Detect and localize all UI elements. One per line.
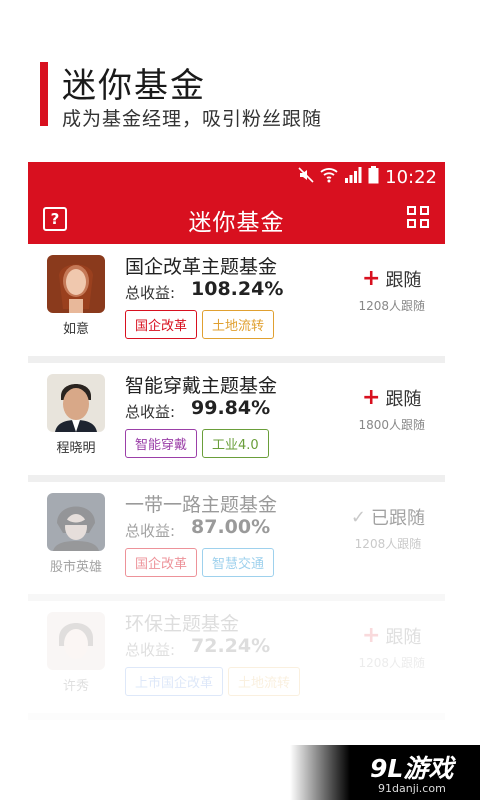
wifi-icon [320,167,338,187]
nav-title: 迷你基金 [188,210,285,236]
follow-label: 已跟随 [371,508,425,529]
watermark-url: 91danji.com [378,782,446,795]
avatar[interactable] [47,612,105,670]
fund-list-item[interactable]: 程晓明 智能穿戴主题基金 总收益: 99.84% 智能穿戴 工业4.0 + 跟随… [28,363,445,482]
follow-button[interactable]: + 跟随 [362,623,421,649]
follow-count: 1208人跟随 [358,656,425,670]
follow-count: 1208人跟随 [358,299,425,313]
follow-area: + 跟随 1208人跟随 [358,266,425,314]
avatar[interactable] [47,255,105,313]
avatar[interactable] [47,374,105,432]
tag-group: 智能穿戴 工业4.0 [125,429,269,458]
watermark-text: 9L游戏 [370,754,454,783]
tag[interactable]: 工业4.0 [202,429,269,458]
signal-icon [344,167,362,187]
fund-name[interactable]: 国企改革主题基金 [125,252,277,279]
return-value: 108.24% [191,278,284,300]
tag-group: 国企改革 智慧交通 [125,548,275,577]
grid-menu-icon[interactable] [407,206,431,230]
tag-group: 上市国企改革 土地流转 [125,667,301,696]
watermark-logo: 9L游戏 91danji.com [350,745,480,800]
tag[interactable]: 土地流转 [202,310,275,339]
follow-count: 1800人跟随 [358,418,425,432]
return-label: 总收益: [125,403,176,421]
mute-icon [298,167,314,187]
follow-count: 1208人跟随 [354,537,422,551]
follow-area: ✓ 已跟随 1208人跟随 [351,504,425,552]
return-value: 72.24% [191,635,271,657]
tag[interactable]: 智能穿戴 [125,429,198,458]
watermark-fade [290,745,350,800]
fund-name[interactable]: 一带一路主题基金 [125,490,277,517]
app-nav-bar: ? 迷你基金 [28,192,445,244]
return-label: 总收益: [125,284,176,302]
unfollow-button[interactable]: ✓ 已跟随 [351,504,425,530]
status-time: 10:22 [385,166,437,188]
fund-list-item[interactable]: 如意 国企改革主题基金 总收益: 108.24% 国企改革 土地流转 + 跟随 … [28,244,445,363]
follow-label: 跟随 [385,389,422,410]
tag[interactable]: 上市国企改革 [125,667,224,696]
follow-area: + 跟随 1208人跟随 [358,623,425,671]
manager-name: 程晓明 [56,441,96,456]
manager-name: 股市英雄 [49,560,102,575]
fund-name[interactable]: 环保主题基金 [125,609,239,636]
avatar[interactable] [47,493,105,551]
manager-name: 如意 [62,322,89,337]
status-bar: 10:22 [28,162,445,192]
follow-label: 跟随 [385,270,422,291]
return-label: 总收益: [125,641,176,659]
tag[interactable]: 智慧交通 [202,548,275,577]
promo-accent-bar [40,62,48,126]
follow-button[interactable]: + 跟随 [362,385,421,411]
promo-subtitle: 成为基金经理，吸引粉丝跟随 [62,108,323,130]
promo-title: 迷你基金 [62,66,206,106]
follow-label: 跟随 [385,627,422,648]
follow-area: + 跟随 1800人跟随 [358,385,425,433]
tag[interactable]: 国企改革 [125,310,198,339]
tag[interactable]: 国企改革 [125,548,198,577]
fund-list: 如意 国企改革主题基金 总收益: 108.24% 国企改革 土地流转 + 跟随 … [28,244,445,720]
fund-list-item[interactable]: 许秀 环保主题基金 总收益: 72.24% 上市国企改革 土地流转 + 跟随 1… [28,601,445,720]
check-icon: ✓ [350,506,366,528]
plus-icon: + [362,385,381,410]
plus-icon: + [362,623,381,648]
return-value: 99.84% [191,397,271,419]
manager-name: 许秀 [62,679,89,694]
fund-list-item[interactable]: 股市英雄 一带一路主题基金 总收益: 87.00% 国企改革 智慧交通 ✓ 已跟… [28,482,445,601]
battery-icon [368,166,379,188]
tag[interactable]: 土地流转 [228,667,301,696]
return-label: 总收益: [125,522,176,540]
phone-screen: 10:22 ? 迷你基金 如意 国企改革主题基金 总收益: 108.24% 国企… [28,162,445,800]
follow-button[interactable]: + 跟随 [362,266,421,292]
tag-group: 国企改革 土地流转 [125,310,275,339]
fund-name[interactable]: 智能穿戴主题基金 [125,371,277,398]
return-value: 87.00% [191,516,271,538]
plus-icon: + [362,266,381,291]
